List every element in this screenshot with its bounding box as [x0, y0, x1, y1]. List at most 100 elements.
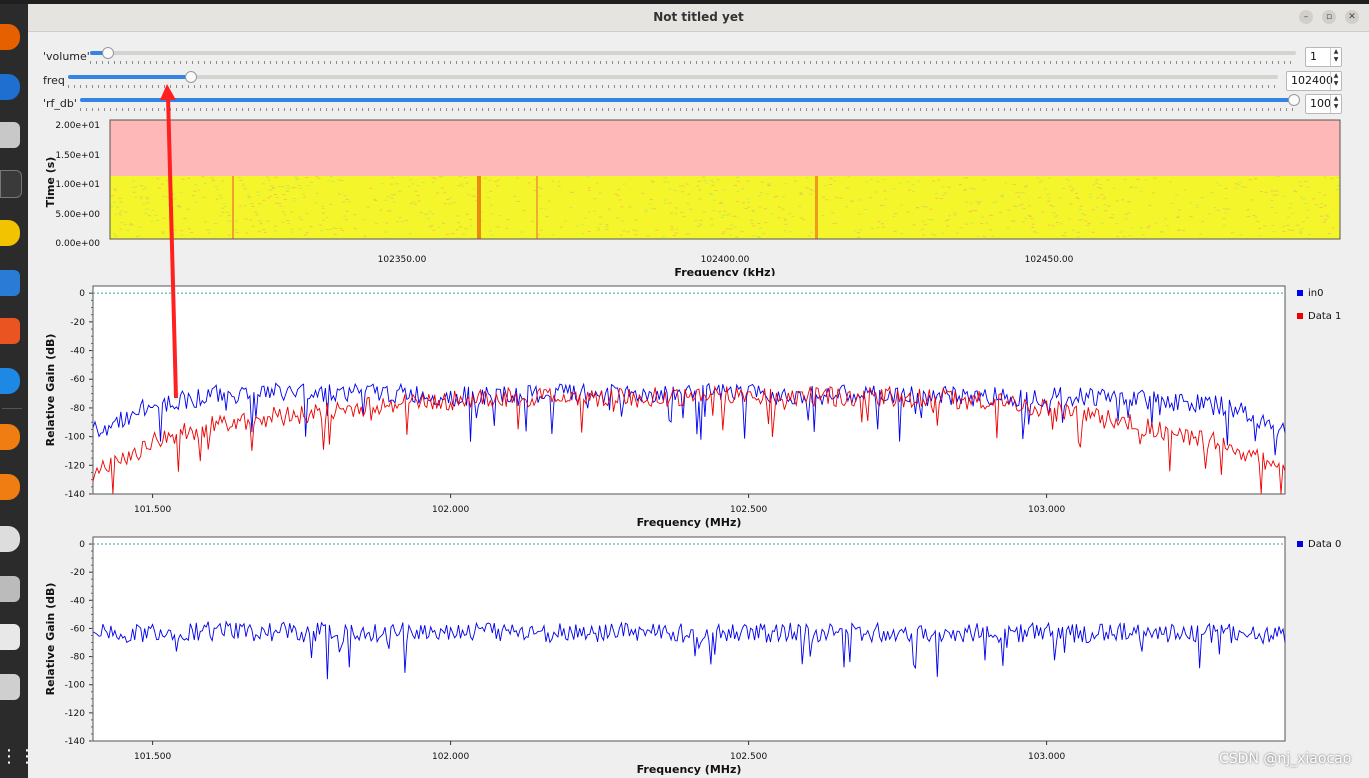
- freq-slider-handle[interactable]: [185, 71, 197, 83]
- ytick-label: -20: [70, 318, 85, 328]
- waterfall-speckle: [1098, 184, 1102, 185]
- freq-spinbox[interactable]: 102400 ▲ ▼: [1286, 71, 1342, 91]
- software-icon[interactable]: [0, 318, 20, 344]
- volume-spin-arrows[interactable]: ▲ ▼: [1330, 48, 1341, 66]
- waterfall-speckle: [622, 230, 626, 232]
- waterfall-speckle: [1163, 218, 1167, 220]
- gnuradio-companion-icon[interactable]: [0, 474, 20, 500]
- waterfall-speckle: [192, 195, 195, 197]
- rf-db-spin-arrows[interactable]: ▲ ▼: [1330, 95, 1341, 113]
- volume-slider[interactable]: [90, 47, 1296, 59]
- rhythmbox-icon[interactable]: [0, 220, 20, 246]
- waterfall-speckle: [1063, 232, 1067, 234]
- waterfall-speckle: [965, 201, 968, 203]
- waterfall-speckle: [586, 176, 590, 178]
- ytick-label: 0: [79, 540, 85, 550]
- trash-icon[interactable]: [0, 674, 20, 700]
- waterfall-speckle: [1239, 234, 1243, 236]
- waterfall-speckle: [270, 185, 274, 187]
- waterfall-speckle: [832, 223, 836, 225]
- volume-spinbox[interactable]: 1 ▲ ▼: [1305, 47, 1342, 67]
- waterfall-speckle: [711, 181, 715, 183]
- waterfall-speckle: [227, 214, 231, 216]
- waterfall-speckle: [147, 215, 151, 217]
- waterfall-speckle: [187, 228, 191, 230]
- waterfall-speckle: [222, 203, 226, 205]
- freq-slider[interactable]: [68, 71, 1278, 83]
- watermark: CSDN @nj_xiaocao: [1219, 751, 1352, 767]
- waterfall-speckle: [710, 218, 713, 220]
- waterfall-speckle: [446, 199, 450, 200]
- usb-drive-icon[interactable]: [0, 576, 20, 602]
- waterfall-speckle: [1076, 236, 1080, 238]
- waterfall-speckle: [496, 179, 500, 181]
- gnuradio-icon[interactable]: [0, 424, 20, 450]
- waterfall-speckle: [522, 209, 526, 211]
- waterfall-speckle: [686, 202, 690, 204]
- maximize-button[interactable]: ▫: [1322, 10, 1336, 24]
- waterfall-speckle: [1054, 216, 1058, 218]
- thunderbird-icon[interactable]: [0, 74, 20, 100]
- waterfall-speckle: [134, 186, 138, 188]
- app-grid-icon[interactable]: ⋮⋮: [0, 744, 36, 770]
- waterfall-speckle: [992, 202, 996, 204]
- waterfall-speckle: [736, 180, 740, 182]
- waterfall-speckle: [1320, 203, 1324, 205]
- waterfall-speckle: [678, 185, 682, 187]
- waterfall-speckle: [274, 176, 278, 178]
- rf-db-spinbox[interactable]: 100 ▲ ▼: [1305, 94, 1342, 114]
- waterfall-speckle: [465, 213, 469, 215]
- waterfall-speckle: [694, 220, 698, 222]
- waterfall-speckle: [156, 219, 159, 221]
- plot-ylabel: Relative Gain (dB): [44, 334, 57, 447]
- waterfall-speckle: [1251, 199, 1255, 201]
- waterfall-speckle: [124, 211, 128, 213]
- rf-db-slider[interactable]: [80, 94, 1300, 106]
- waterfall-speckle: [978, 201, 982, 203]
- freq-spin-arrows[interactable]: ▲ ▼: [1330, 72, 1341, 90]
- waterfall-speckle: [699, 224, 703, 226]
- waterfall-speckle: [781, 196, 785, 198]
- waterfall-speckle: [655, 229, 659, 231]
- waterfall-speckle: [432, 229, 436, 231]
- plot-xlabel: Frequency (MHz): [637, 516, 742, 529]
- rf-db-slider-handle[interactable]: [1288, 94, 1300, 106]
- frequency-plot-top[interactable]: 0 -20 -40 -60 -80 -100 -120 -140 101.500 102.000 1…: [28, 278, 1369, 530]
- document-icon[interactable]: [0, 624, 20, 650]
- waterfall-plot[interactable]: Time (s) 2.00e+01 1.50e+01 1.00e+01 5.00…: [28, 116, 1369, 276]
- waterfall-speckle: [1104, 210, 1108, 212]
- firefox-icon[interactable]: [0, 24, 20, 50]
- terminal-icon[interactable]: [0, 170, 22, 198]
- help-icon[interactable]: [0, 368, 20, 394]
- waterfall-speckle: [249, 219, 253, 221]
- waterfall-speckle: [864, 209, 868, 210]
- waterfall-speckle: [1246, 209, 1250, 211]
- waterfall-speckle: [710, 224, 714, 226]
- waterfall-speckle: [263, 231, 267, 233]
- waterfall-speckle: [626, 231, 630, 233]
- waterfall-speckle: [907, 181, 910, 183]
- close-button[interactable]: ✕: [1345, 10, 1359, 24]
- waterfall-speckle: [544, 208, 548, 210]
- files-icon[interactable]: [0, 122, 20, 148]
- volume-slider-handle[interactable]: [102, 47, 114, 59]
- frequency-plot-bottom[interactable]: 0 -20 -40 -60 -80 -100 -120 -140 101.500 102.000 1…: [28, 529, 1369, 777]
- waterfall-speckle: [857, 236, 861, 238]
- waterfall-speckle: [1288, 207, 1292, 209]
- waterfall-speckle: [783, 218, 787, 220]
- minimize-button[interactable]: –: [1299, 10, 1313, 24]
- waterfall-speckle: [1100, 194, 1104, 196]
- waterfall-speckle: [632, 229, 636, 231]
- waterfall-speckle: [983, 179, 986, 181]
- waterfall-speckle: [941, 232, 945, 234]
- waterfall-speckle: [958, 184, 962, 186]
- waterfall-speckle: [1299, 185, 1303, 187]
- waterfall-speckle: [118, 212, 122, 214]
- writer-icon[interactable]: [0, 270, 20, 296]
- waterfall-speckle: [166, 180, 170, 181]
- waterfall-speckle: [587, 211, 591, 213]
- waterfall-speckle: [1252, 214, 1256, 216]
- waterfall-speckle: [1018, 192, 1022, 194]
- disc-icon[interactable]: [0, 526, 20, 552]
- waterfall-speckle: [663, 181, 667, 183]
